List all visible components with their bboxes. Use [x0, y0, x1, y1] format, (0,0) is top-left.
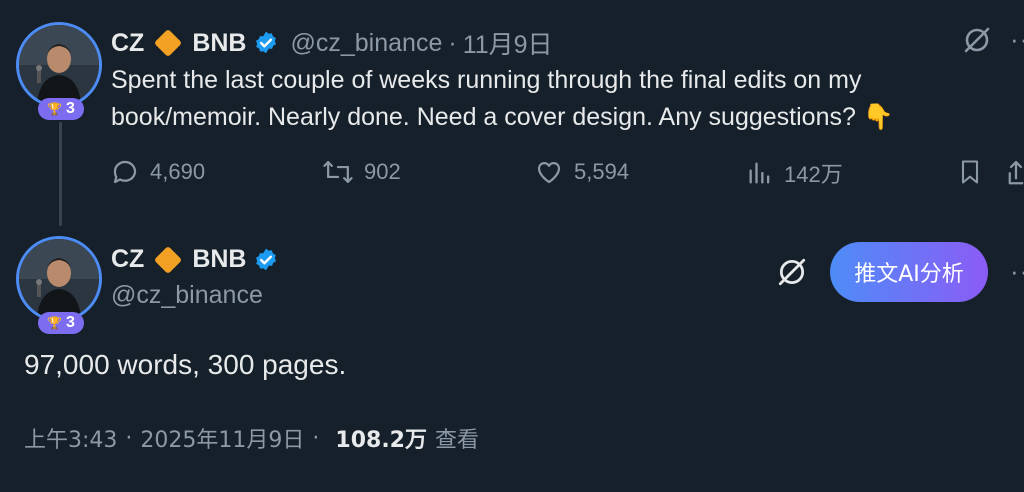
trophy-icon: 🏆	[47, 102, 63, 116]
grok-icon[interactable]	[776, 256, 808, 293]
view-count: 142万	[784, 162, 843, 187]
grok-icon[interactable]	[962, 25, 992, 60]
view-count: 108.2万	[335, 428, 427, 453]
reply-button[interactable]: 4,690	[110, 157, 205, 187]
author-name[interactable]: CZ	[111, 29, 144, 58]
reply-author-row: CZ BNB @cz_binance · 11月9日	[111, 25, 553, 61]
share-button[interactable]	[1008, 157, 1024, 187]
bookmark-button[interactable]	[956, 157, 984, 187]
separator-dot: ·	[448, 28, 457, 57]
badge-level: 3	[66, 100, 75, 117]
heart-icon	[537, 161, 561, 184]
ai-analysis-button[interactable]: 推文AI分析	[830, 242, 988, 302]
diamond-icon	[154, 245, 183, 274]
separator-dot: ·	[125, 425, 133, 451]
tweet-meta: 上午3:43 · 2025年11月9日 · 108.2万 查看	[24, 422, 479, 454]
like-button[interactable]: 5,594	[534, 157, 629, 187]
analytics-icon	[749, 162, 770, 184]
share-icon	[1008, 160, 1024, 185]
verified-badge-icon	[253, 30, 279, 56]
more-options-icon[interactable]: ··	[1010, 256, 1024, 287]
tweet-date[interactable]: 11月9日	[463, 25, 553, 61]
tweet-actions: 4,690 902 5,594 142万	[110, 157, 1024, 193]
tweet-date[interactable]: 2025年11月9日	[140, 422, 304, 454]
more-options-icon[interactable]: ··	[1010, 24, 1024, 55]
main-author-row: CZ BNB	[111, 245, 279, 274]
avatar[interactable]: 🏆 3	[16, 22, 108, 120]
tweet-time[interactable]: 上午3:43	[24, 422, 117, 454]
author-handle[interactable]: @cz_binance	[291, 29, 443, 58]
retweet-button[interactable]: 902	[322, 157, 401, 187]
views-button[interactable]: 142万	[746, 157, 843, 189]
bookmark-icon	[961, 160, 979, 184]
diamond-icon	[154, 28, 183, 58]
main-tweet-text: 97,000 words, 300 pages.	[24, 349, 347, 380]
avatar-image	[16, 22, 102, 108]
author-name-suffix[interactable]: BNB	[192, 245, 246, 274]
main-avatar[interactable]: 🏆 3	[16, 236, 108, 334]
main-author-handle[interactable]: @cz_binance	[111, 281, 263, 310]
verified-badge-icon	[253, 247, 279, 273]
tweet-thread: 🏆 3 CZ BNB @cz_binance · 11月9日 ·· Spent …	[0, 0, 1024, 492]
thread-connector-line	[59, 122, 62, 226]
author-name-suffix[interactable]: BNB	[192, 29, 246, 58]
level-badge: 🏆 3	[38, 98, 84, 120]
tweet-body: Spent the last couple of weeks running t…	[111, 66, 894, 131]
avatar-image	[16, 236, 102, 322]
views-label: 查看	[434, 428, 479, 453]
trophy-icon: 🏆	[47, 316, 63, 330]
separator-dot: ·	[312, 425, 320, 451]
reply-count: 4,690	[150, 159, 206, 184]
retweet-count: 902	[364, 159, 401, 184]
badge-level: 3	[66, 314, 75, 331]
level-badge: 🏆 3	[38, 312, 84, 334]
like-count: 5,594	[574, 159, 630, 184]
author-name[interactable]: CZ	[111, 245, 144, 274]
tweet-text: Spent the last couple of weeks running t…	[111, 62, 991, 136]
reply-icon	[113, 160, 137, 184]
retweet-icon	[323, 161, 353, 183]
